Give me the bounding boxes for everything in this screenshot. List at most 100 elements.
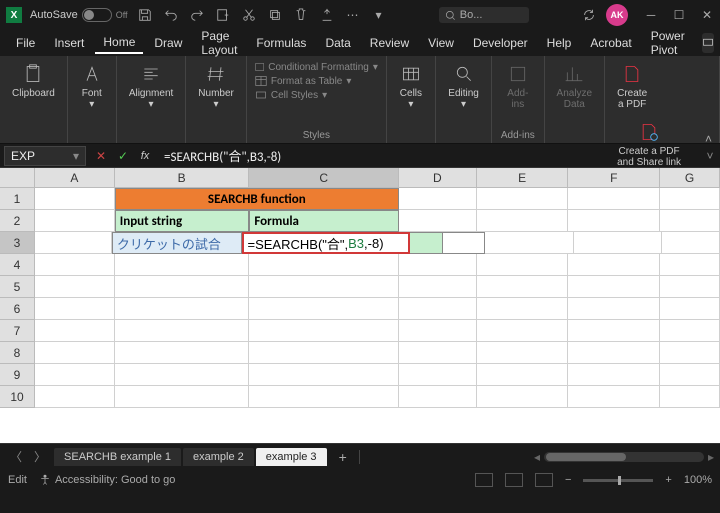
fx-button[interactable]: fx xyxy=(134,146,156,166)
cell-F6[interactable] xyxy=(568,298,660,320)
cell-F8[interactable] xyxy=(568,342,660,364)
cell-A3[interactable] xyxy=(35,232,112,254)
cell-C5[interactable] xyxy=(249,276,399,298)
row-header-10[interactable]: 10 xyxy=(0,386,35,408)
tab-draw[interactable]: Draw xyxy=(146,33,190,53)
cell-G6[interactable] xyxy=(660,298,720,320)
cell-E6[interactable] xyxy=(477,298,569,320)
save-icon[interactable] xyxy=(136,6,154,24)
editing-button[interactable]: Editing ▾ xyxy=(444,60,483,112)
tab-review[interactable]: Review xyxy=(362,33,417,53)
sheet-tab-1[interactable]: example 2 xyxy=(183,448,254,466)
tab-data[interactable]: Data xyxy=(317,33,358,53)
cell-F2[interactable] xyxy=(568,210,660,232)
cell-B1[interactable]: SEARCHB function xyxy=(115,188,399,210)
sync-icon[interactable] xyxy=(580,6,598,24)
cell-A6[interactable] xyxy=(35,298,115,320)
horizontal-scrollbar[interactable] xyxy=(544,452,704,462)
cell-B5[interactable] xyxy=(115,276,250,298)
col-header-F[interactable]: F xyxy=(568,168,660,188)
add-sheet-button[interactable]: + xyxy=(331,449,355,465)
cell-G7[interactable] xyxy=(660,320,720,342)
alignment-button[interactable]: Alignment ▾ xyxy=(125,60,177,112)
cell-C7[interactable] xyxy=(249,320,399,342)
formula-expand-icon[interactable]: ˅ xyxy=(700,149,720,163)
tab-help[interactable]: Help xyxy=(539,33,580,53)
row-header-6[interactable]: 6 xyxy=(0,298,35,320)
tab-page-layout[interactable]: Page Layout xyxy=(193,26,245,60)
col-header-D[interactable]: D xyxy=(399,168,477,188)
cell-G4[interactable] xyxy=(660,254,720,276)
cell-styles-button[interactable]: Cell Styles ▾ xyxy=(255,88,378,102)
cells-button[interactable]: Cells ▾ xyxy=(395,60,427,112)
hscroll-right-icon[interactable]: ▸ xyxy=(708,450,714,464)
font-button[interactable]: Font ▾ xyxy=(76,60,108,112)
cell-F9[interactable] xyxy=(568,364,660,386)
cell-A1[interactable] xyxy=(35,188,115,210)
maximize-icon[interactable]: ☐ xyxy=(672,8,686,22)
cell-G10[interactable] xyxy=(660,386,720,408)
cell-E9[interactable] xyxy=(477,364,569,386)
cell-F4[interactable] xyxy=(568,254,660,276)
search-box[interactable]: Bo... xyxy=(439,7,529,23)
col-header-A[interactable]: A xyxy=(35,168,115,188)
cell-A5[interactable] xyxy=(35,276,115,298)
cell-C10[interactable] xyxy=(249,386,399,408)
cell-D9[interactable] xyxy=(399,364,477,386)
enter-button[interactable]: ✓ xyxy=(112,146,134,166)
cell-A2[interactable] xyxy=(35,210,115,232)
cell-B8[interactable] xyxy=(115,342,250,364)
close-icon[interactable]: ✕ xyxy=(700,8,714,22)
touch-mode-icon[interactable] xyxy=(318,6,336,24)
name-box[interactable]: EXP ▾ xyxy=(4,146,86,166)
copy-icon[interactable] xyxy=(266,6,284,24)
sheet-tab-0[interactable]: SEARCHB example 1 xyxy=(54,448,181,466)
conditional-formatting-button[interactable]: Conditional Formatting ▾ xyxy=(255,60,378,74)
cell-B7[interactable] xyxy=(115,320,250,342)
row-header-7[interactable]: 7 xyxy=(0,320,35,342)
cell-D7[interactable] xyxy=(399,320,477,342)
cell-C2[interactable]: Formula xyxy=(249,210,399,232)
cell-F1[interactable] xyxy=(568,188,660,210)
user-avatar[interactable]: AK xyxy=(606,4,628,26)
zoom-out-icon[interactable]: − xyxy=(565,474,571,486)
name-box-dropdown-icon[interactable]: ▾ xyxy=(73,149,79,163)
row-header-3[interactable]: 3 xyxy=(0,232,35,254)
cell-E5[interactable] xyxy=(477,276,569,298)
row-header-8[interactable]: 8 xyxy=(0,342,35,364)
row-header-9[interactable]: 9 xyxy=(0,364,35,386)
hscroll-left-icon[interactable]: ◂ xyxy=(534,450,540,464)
comments-button[interactable] xyxy=(702,33,714,53)
qat-dropdown-icon[interactable]: ▾ xyxy=(370,6,388,24)
cancel-button[interactable]: ✕ xyxy=(90,146,112,166)
page-break-view-icon[interactable] xyxy=(535,473,553,487)
cell-C9[interactable] xyxy=(249,364,399,386)
accessibility-status[interactable]: Accessibility: Good to go xyxy=(39,474,175,486)
undo-icon[interactable] xyxy=(162,6,180,24)
ribbon-collapse-icon[interactable]: ˄ xyxy=(705,132,712,146)
cell-G3[interactable] xyxy=(662,232,720,254)
format-as-table-button[interactable]: Format as Table ▾ xyxy=(255,74,378,88)
row-header-5[interactable]: 5 xyxy=(0,276,35,298)
new-sheet-icon[interactable] xyxy=(214,6,232,24)
number-button[interactable]: Number ▾ xyxy=(194,60,238,112)
cell-G5[interactable] xyxy=(660,276,720,298)
sheet-nav-prev-icon[interactable]: 〈 xyxy=(6,448,26,465)
clear-icon[interactable] xyxy=(292,6,310,24)
cell-A7[interactable] xyxy=(35,320,115,342)
cell-G9[interactable] xyxy=(660,364,720,386)
col-header-G[interactable]: G xyxy=(660,168,720,188)
tab-powerpivot[interactable]: Power Pivot xyxy=(643,26,693,60)
create-pdf-button[interactable]: Create a PDF xyxy=(613,60,651,112)
zoom-slider[interactable] xyxy=(583,479,653,482)
tab-insert[interactable]: Insert xyxy=(46,33,92,53)
cell-F7[interactable] xyxy=(568,320,660,342)
cell-B6[interactable] xyxy=(115,298,250,320)
cell-E3[interactable] xyxy=(485,232,573,254)
cell-D2[interactable] xyxy=(399,210,477,232)
clipboard-button[interactable]: Clipboard xyxy=(8,60,59,101)
col-header-B[interactable]: B xyxy=(115,168,250,188)
row-header-1[interactable]: 1 xyxy=(0,188,35,210)
cell-G8[interactable] xyxy=(660,342,720,364)
cell-E4[interactable] xyxy=(477,254,569,276)
